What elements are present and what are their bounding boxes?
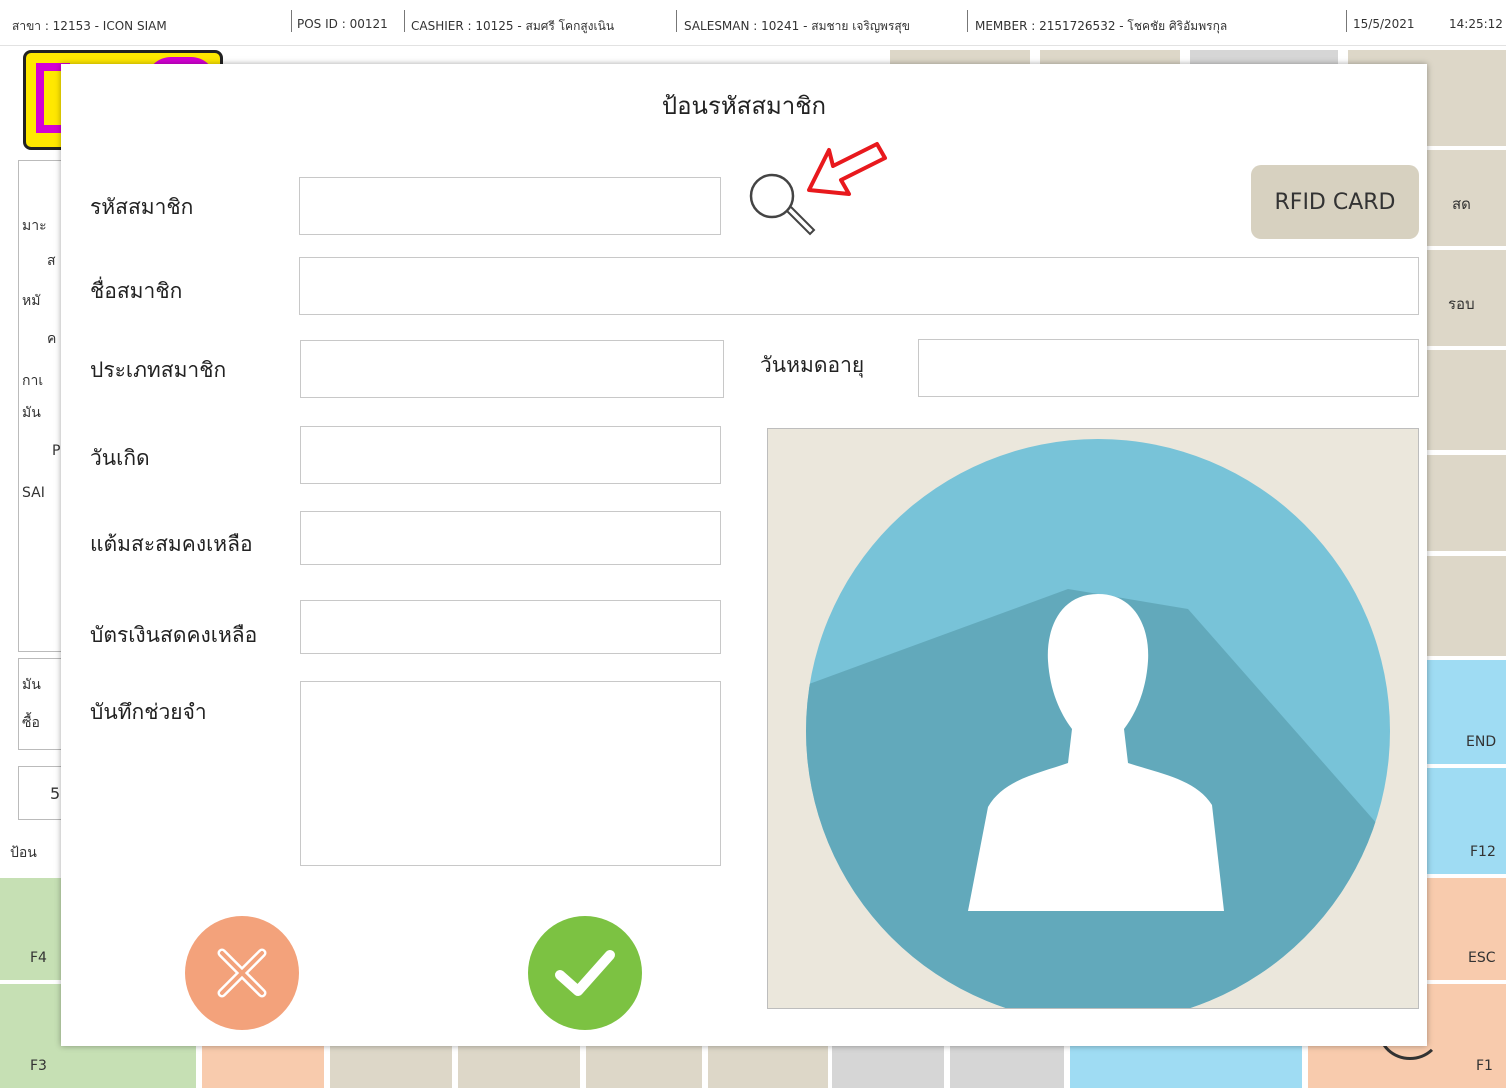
birth-date-input[interactable]	[300, 426, 721, 484]
partial-label: ค	[47, 331, 57, 347]
partial-label: ส	[47, 253, 56, 269]
esc-key-label: ESC	[1468, 950, 1496, 966]
expiry-date-input[interactable]	[918, 339, 1419, 397]
bottom-key	[330, 1046, 452, 1088]
status-bar: สาขา : 12153 - ICON SIAM POS ID : 00121 …	[0, 0, 1506, 46]
rfid-card-button[interactable]: RFID CARD	[1251, 165, 1419, 239]
bottom-key	[1070, 1046, 1302, 1088]
divider	[1346, 10, 1347, 32]
expiry-date-label: วันหมดอายุ	[760, 353, 865, 377]
member-info: MEMBER : 2151726532 - โชคชัย ศิริอัมพรกุ…	[975, 19, 1228, 33]
points-balance-label: แต้มสะสมคงเหลือ	[90, 532, 253, 556]
member-code-input[interactable]	[299, 177, 721, 235]
partial-label: สด	[1452, 195, 1471, 213]
product-thumb	[1190, 50, 1338, 64]
time-display: 14:25:12	[1449, 17, 1503, 31]
memo-textarea[interactable]	[300, 681, 721, 866]
date-display: 15/5/2021	[1353, 17, 1415, 31]
points-balance-input[interactable]	[300, 511, 721, 565]
cash-card-balance-label: บัตรเงินสดคงเหลือ	[90, 623, 258, 647]
red-arrow-icon	[807, 142, 887, 196]
bottom-key	[832, 1046, 944, 1088]
bottom-key	[586, 1046, 702, 1088]
cash-card-balance-input[interactable]	[300, 600, 721, 654]
member-code-label: รหัสสมาชิก	[90, 195, 194, 219]
divider	[404, 10, 405, 32]
cancel-button[interactable]	[185, 916, 299, 1030]
partial-label: รอบ	[1448, 295, 1475, 313]
end-key-label: END	[1466, 734, 1497, 750]
partial-label: หมั	[22, 293, 41, 309]
salesman-info: SALESMAN : 10241 - สมชาย เจริญพรสุข	[684, 19, 910, 33]
f12-key-label: F12	[1470, 844, 1496, 860]
partial-label: มัน	[22, 405, 41, 421]
confirm-button[interactable]	[528, 916, 642, 1030]
f3-key-label: F3	[30, 1058, 47, 1074]
partial-label: 5	[50, 784, 61, 803]
dialog-title: ป้อนรหัสสมาชิก	[661, 92, 827, 120]
product-thumb	[890, 50, 1030, 64]
bottom-key	[950, 1046, 1064, 1088]
member-lookup-dialog: ป้อนรหัสสมาชิก รหัสสมาชิก RFID CARD ชื่อ…	[61, 64, 1427, 1046]
member-type-label: ประเภทสมาชิก	[90, 358, 227, 382]
f4-key-label: F4	[30, 950, 47, 966]
partial-label: มาะ	[22, 218, 47, 234]
close-icon	[217, 948, 267, 998]
member-name-label: ชื่อสมาชิก	[90, 279, 183, 303]
partial-label: กาเ	[22, 373, 44, 389]
divider	[967, 10, 968, 32]
avatar-placeholder-icon	[806, 439, 1390, 1008]
partial-label: SAI	[22, 485, 45, 501]
cashier-info: CASHIER : 10125 - สมศรี โคกสูงเนิน	[411, 19, 615, 33]
member-type-input[interactable]	[300, 340, 724, 398]
divider	[291, 10, 292, 32]
f1-key-label: F1	[1476, 1058, 1493, 1074]
bottom-key	[708, 1046, 828, 1088]
bottom-key	[458, 1046, 580, 1088]
partial-label: P	[52, 443, 61, 459]
branch-info: สาขา : 12153 - ICON SIAM	[12, 19, 167, 33]
partial-label: ป้อน	[10, 845, 37, 861]
partial-label: มัน	[22, 677, 41, 693]
pos-id: POS ID : 00121	[297, 17, 388, 31]
divider	[676, 10, 677, 32]
product-thumb	[1040, 50, 1180, 64]
partial-label: ซื้อ	[22, 715, 40, 731]
member-name-input[interactable]	[299, 257, 1419, 315]
member-photo-frame	[767, 428, 1419, 1009]
birth-date-label: วันเกิด	[90, 446, 150, 470]
check-icon	[555, 950, 615, 996]
bottom-key	[202, 1046, 324, 1088]
memo-label: บันทึกช่วยจำ	[90, 700, 207, 724]
